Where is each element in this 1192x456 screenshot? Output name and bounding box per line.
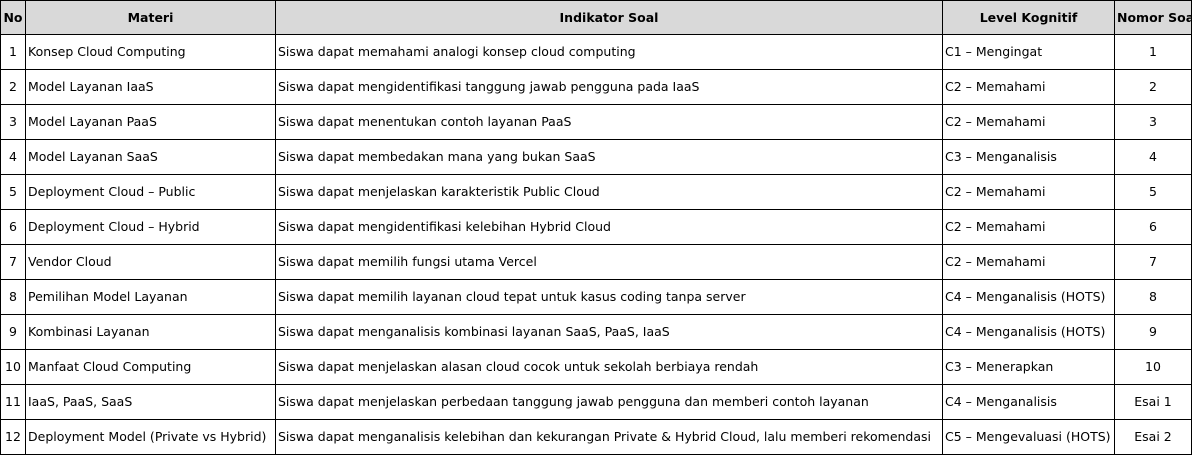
cell-indikator: Siswa dapat mengidentifikasi tanggung ja…	[275, 69, 943, 105]
table-row: 8 Pemilihan Model Layanan Siswa dapat memi…	[0, 279, 1192, 315]
cell-nomor: 2	[1114, 69, 1192, 105]
header-nomor: Nomor Soal	[1114, 0, 1192, 35]
table-row: 9 Kombinasi Layanan Siswa dapat menganalis…	[0, 314, 1192, 350]
cell-indikator: Siswa dapat menganalisis kombinasi layan…	[275, 314, 943, 350]
cell-materi: Deployment Cloud – Hybrid	[25, 209, 276, 245]
cell-level: C3 – Menerapkan	[942, 349, 1115, 385]
table-row: 5 Deployment Cloud – Public Siswa dapat me…	[0, 174, 1192, 210]
cell-nomor: Esai 1	[1114, 384, 1192, 420]
cell-materi: IaaS, PaaS, SaaS	[25, 384, 276, 420]
cell-no: 7	[0, 244, 26, 280]
table-row: 2 Model Layanan IaaS Siswa dapat mengident…	[0, 69, 1192, 105]
cell-no: 8	[0, 279, 26, 315]
cell-no: 12	[0, 419, 26, 455]
cell-nomor: 4	[1114, 139, 1192, 175]
cell-materi: Deployment Model (Private vs Hybrid)	[25, 419, 276, 455]
cell-nomor: 5	[1114, 174, 1192, 210]
cell-nomor: 7	[1114, 244, 1192, 280]
cell-level: C2 – Memahami	[942, 174, 1115, 210]
cell-level: C5 – Mengevaluasi (HOTS)	[942, 419, 1115, 455]
cell-nomor: 9	[1114, 314, 1192, 350]
header-no: No	[0, 0, 26, 35]
cell-materi: Vendor Cloud	[25, 244, 276, 280]
cell-no: 1	[0, 34, 26, 70]
cell-materi: Kombinasi Layanan	[25, 314, 276, 350]
kisi-kisi-table: No Materi Indikator Soal Level Kognitif …	[0, 0, 1192, 455]
cell-materi: Manfaat Cloud Computing	[25, 349, 276, 385]
cell-nomor: 6	[1114, 209, 1192, 245]
cell-no: 5	[0, 174, 26, 210]
cell-indikator: Siswa dapat menjelaskan alasan cloud coc…	[275, 349, 943, 385]
cell-nomor: 3	[1114, 104, 1192, 140]
table-row: 6 Deployment Cloud – Hybrid Siswa dapat me…	[0, 209, 1192, 245]
cell-materi: Konsep Cloud Computing	[25, 34, 276, 70]
header-materi: Materi	[25, 0, 276, 35]
cell-materi: Model Layanan PaaS	[25, 104, 276, 140]
cell-indikator: Siswa dapat membedakan mana yang bukan S…	[275, 139, 943, 175]
table-row: 1 Konsep Cloud Computing Siswa dapat memah…	[0, 34, 1192, 70]
table-row: 10 Manfaat Cloud Computing Siswa dapat men…	[0, 349, 1192, 385]
header-level: Level Kognitif	[942, 0, 1115, 35]
cell-indikator: Siswa dapat memahami analogi konsep clou…	[275, 34, 943, 70]
cell-no: 2	[0, 69, 26, 105]
header-indikator: Indikator Soal	[275, 0, 943, 35]
cell-level: C1 – Mengingat	[942, 34, 1115, 70]
cell-nomor: 1	[1114, 34, 1192, 70]
cell-level: C2 – Memahami	[942, 104, 1115, 140]
cell-level: C2 – Memahami	[942, 244, 1115, 280]
table-header: No Materi Indikator Soal Level Kognitif …	[0, 0, 1192, 35]
cell-nomor: 8	[1114, 279, 1192, 315]
cell-indikator: Siswa dapat memilih layanan cloud tepat …	[275, 279, 943, 315]
cell-no: 4	[0, 139, 26, 175]
cell-indikator: Siswa dapat menentukan contoh layanan Pa…	[275, 104, 943, 140]
cell-indikator: Siswa dapat menjelaskan karakteristik Pu…	[275, 174, 943, 210]
cell-no: 3	[0, 104, 26, 140]
cell-level: C4 – Menganalisis	[942, 384, 1115, 420]
table-row: 12 Deployment Model (Private vs Hybrid) Si…	[0, 419, 1192, 455]
cell-level: C4 – Menganalisis (HOTS)	[942, 314, 1115, 350]
cell-nomor: Esai 2	[1114, 419, 1192, 455]
header-row: No Materi Indikator Soal Level Kognitif …	[0, 0, 1192, 35]
table-row: 11 IaaS, PaaS, SaaS Siswa dapat menjelaska…	[0, 384, 1192, 420]
cell-materi: Model Layanan IaaS	[25, 69, 276, 105]
cell-no: 10	[0, 349, 26, 385]
cell-materi: Model Layanan SaaS	[25, 139, 276, 175]
cell-level: C4 – Menganalisis (HOTS)	[942, 279, 1115, 315]
table-row: 4 Model Layanan SaaS Siswa dapat membedaka…	[0, 139, 1192, 175]
cell-indikator: Siswa dapat memilih fungsi utama Vercel	[275, 244, 943, 280]
cell-indikator: Siswa dapat mengidentifikasi kelebihan H…	[275, 209, 943, 245]
cell-indikator: Siswa dapat menjelaskan perbedaan tanggu…	[275, 384, 943, 420]
cell-level: C2 – Memahami	[942, 209, 1115, 245]
cell-materi: Deployment Cloud – Public	[25, 174, 276, 210]
cell-level: C2 – Memahami	[942, 69, 1115, 105]
cell-materi: Pemilihan Model Layanan	[25, 279, 276, 315]
cell-no: 11	[0, 384, 26, 420]
table-row: 3 Model Layanan PaaS Siswa dapat menentuka…	[0, 104, 1192, 140]
cell-nomor: 10	[1114, 349, 1192, 385]
cell-level: C3 – Menganalisis	[942, 139, 1115, 175]
table-body: 1 Konsep Cloud Computing Siswa dapat memah…	[0, 34, 1192, 455]
cell-indikator: Siswa dapat menganalisis kelebihan dan k…	[275, 419, 943, 455]
cell-no: 6	[0, 209, 26, 245]
table-row: 7 Vendor Cloud Siswa dapat memilih fungsi …	[0, 244, 1192, 280]
cell-no: 9	[0, 314, 26, 350]
